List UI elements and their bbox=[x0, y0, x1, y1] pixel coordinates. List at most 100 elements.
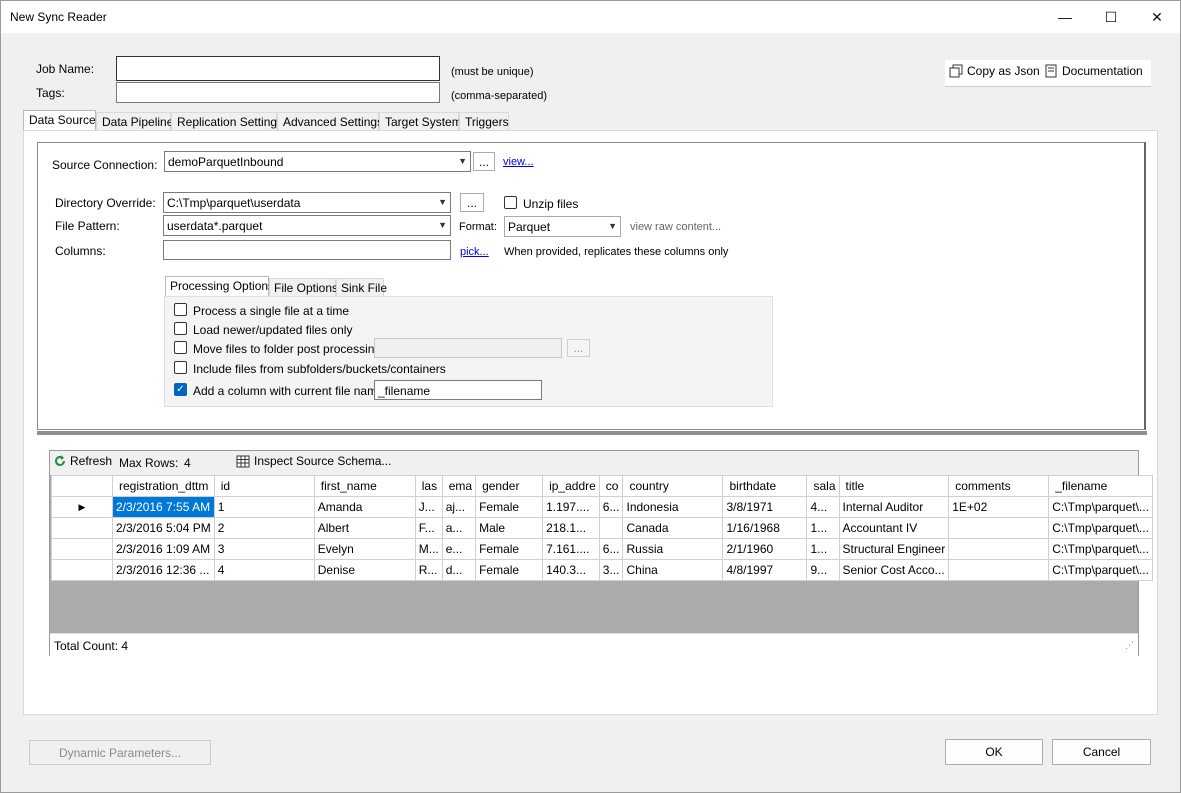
single-file-checkbox[interactable] bbox=[174, 303, 187, 316]
unzip-files-checkbox[interactable] bbox=[504, 196, 517, 209]
table-cell[interactable]: C:\Tmp\parquet\... bbox=[1048, 496, 1153, 518]
column-header[interactable]: gender bbox=[475, 475, 544, 497]
table-cell[interactable]: 1 bbox=[213, 496, 315, 518]
table-cell[interactable]: 1E+02 bbox=[948, 496, 1050, 518]
documentation-button[interactable]: Documentation bbox=[1044, 64, 1143, 78]
source-connection-select[interactable]: demoParquetInbound ▼ bbox=[164, 151, 471, 172]
tab-target-system[interactable]: Target System bbox=[379, 112, 462, 130]
inspect-schema-button[interactable]: Inspect Source Schema... bbox=[236, 454, 391, 468]
move-folder-browse-button[interactable]: ... bbox=[567, 339, 590, 357]
column-header[interactable]: ema bbox=[441, 475, 477, 497]
filename-column-input[interactable]: _filename bbox=[374, 380, 542, 400]
table-cell[interactable]: aj... bbox=[441, 496, 477, 518]
table-cell[interactable]: 9... bbox=[806, 559, 840, 581]
job-name-input[interactable] bbox=[116, 56, 440, 81]
table-cell[interactable]: J... bbox=[414, 496, 443, 518]
table-cell[interactable]: 2/1/1960 bbox=[722, 538, 808, 560]
table-cell[interactable]: 1... bbox=[806, 538, 840, 560]
dynamic-parameters-button[interactable]: Dynamic Parameters... bbox=[29, 740, 211, 765]
subfolders-checkbox[interactable] bbox=[174, 361, 187, 374]
move-files-checkbox[interactable] bbox=[174, 341, 187, 354]
table-row[interactable]: 2/3/2016 5:04 PM 2 Albert F... a... Male 218.1… bbox=[51, 517, 1153, 539]
table-cell[interactable]: M... bbox=[414, 538, 443, 560]
move-folder-input[interactable] bbox=[374, 338, 562, 358]
table-cell[interactable]: China bbox=[622, 559, 724, 581]
tab-triggers[interactable]: Triggers bbox=[459, 112, 509, 130]
table-cell[interactable]: 4... bbox=[806, 496, 840, 518]
table-cell[interactable]: d... bbox=[441, 559, 477, 581]
table-cell[interactable]: a... bbox=[441, 517, 477, 539]
close-button[interactable]: ✕ bbox=[1134, 1, 1180, 33]
table-cell[interactable]: 2/3/2016 1:09 AM bbox=[112, 538, 215, 560]
table-cell[interactable]: Female bbox=[475, 559, 544, 581]
table-cell[interactable]: C:\Tmp\parquet\... bbox=[1048, 517, 1153, 539]
tab-file-options[interactable]: File Options bbox=[269, 278, 338, 296]
format-select[interactable]: Parquet ▼ bbox=[504, 216, 621, 237]
table-cell[interactable] bbox=[948, 538, 1050, 560]
table-cell[interactable]: Accountant IV bbox=[838, 517, 950, 539]
table-cell[interactable]: 3/8/1971 bbox=[722, 496, 808, 518]
resize-grip-icon[interactable]: ⋰ bbox=[1125, 640, 1134, 651]
tab-replication-settings[interactable]: Replication Settings bbox=[171, 112, 283, 130]
table-cell[interactable]: Amanda bbox=[313, 496, 416, 518]
table-cell[interactable]: Female bbox=[475, 538, 544, 560]
table-cell[interactable]: Female bbox=[475, 496, 544, 518]
view-raw-content-link[interactable]: view raw content... bbox=[630, 221, 721, 233]
table-cell[interactable] bbox=[948, 559, 1050, 581]
row-header[interactable] bbox=[51, 538, 113, 560]
table-cell[interactable]: C:\Tmp\parquet\... bbox=[1048, 559, 1153, 581]
table-cell[interactable] bbox=[598, 517, 624, 539]
table-cell[interactable]: 6... bbox=[598, 538, 624, 560]
tab-sink-file[interactable]: Sink File bbox=[336, 278, 387, 296]
table-cell[interactable]: Denise bbox=[313, 559, 416, 581]
cancel-button[interactable]: Cancel bbox=[1052, 739, 1151, 765]
tags-input[interactable] bbox=[116, 82, 440, 103]
filename-column-checkbox[interactable]: ✓ bbox=[174, 383, 187, 396]
table-cell[interactable]: 2/3/2016 12:36 ... bbox=[112, 559, 215, 581]
table-cell[interactable]: Senior Cost Acco... bbox=[838, 559, 950, 581]
view-connection-link[interactable]: view... bbox=[503, 156, 534, 168]
table-cell[interactable]: 218.1... bbox=[542, 517, 600, 539]
row-header[interactable] bbox=[51, 559, 113, 581]
table-cell[interactable]: R... bbox=[414, 559, 443, 581]
table-cell[interactable]: 4 bbox=[213, 559, 315, 581]
table-row[interactable]: 2/3/2016 1:09 AM 3 Evelyn M... e... Female 7.1… bbox=[51, 538, 1153, 560]
table-cell[interactable]: 7.161.... bbox=[542, 538, 600, 560]
tab-data-source[interactable]: Data Source bbox=[23, 110, 96, 131]
directory-browse-button[interactable]: ... bbox=[460, 193, 484, 212]
table-cell[interactable]: F... bbox=[414, 517, 443, 539]
column-header[interactable]: registration_dttm bbox=[112, 475, 215, 497]
column-header[interactable]: id bbox=[213, 475, 315, 497]
table-cell[interactable]: C:\Tmp\parquet\... bbox=[1048, 538, 1153, 560]
preview-grid[interactable]: registration_dttm id first_name las ema gende… bbox=[51, 475, 1153, 581]
table-cell[interactable] bbox=[948, 517, 1050, 539]
row-header[interactable] bbox=[51, 517, 113, 539]
table-cell[interactable]: Indonesia bbox=[622, 496, 724, 518]
column-header[interactable]: first_name bbox=[313, 475, 416, 497]
newer-files-checkbox[interactable] bbox=[174, 322, 187, 335]
table-cell[interactable]: Male bbox=[475, 517, 544, 539]
column-header[interactable]: las bbox=[414, 475, 443, 497]
table-cell[interactable]: Internal Auditor bbox=[838, 496, 950, 518]
table-cell[interactable]: e... bbox=[441, 538, 477, 560]
refresh-button[interactable]: Refresh bbox=[53, 454, 112, 468]
column-header[interactable]: comments bbox=[948, 475, 1050, 497]
table-cell[interactable]: Evelyn bbox=[313, 538, 416, 560]
table-cell[interactable]: 1/16/1968 bbox=[722, 517, 808, 539]
table-cell[interactable]: 2/3/2016 5:04 PM bbox=[112, 517, 215, 539]
table-cell[interactable]: 6... bbox=[598, 496, 624, 518]
tab-data-pipeline[interactable]: Data Pipeline bbox=[96, 112, 173, 130]
source-connection-browse-button[interactable]: ... bbox=[473, 152, 495, 171]
table-cell[interactable]: Albert bbox=[313, 517, 416, 539]
table-cell[interactable]: Structural Engineer bbox=[838, 538, 950, 560]
table-cell[interactable]: 1... bbox=[806, 517, 840, 539]
directory-override-select[interactable]: C:\Tmp\parquet\userdata ▼ bbox=[163, 192, 451, 213]
table-cell[interactable]: 2 bbox=[213, 517, 315, 539]
maximize-button[interactable]: ☐ bbox=[1088, 1, 1134, 33]
table-cell[interactable]: 3... bbox=[598, 559, 624, 581]
column-header[interactable]: ip_addre bbox=[542, 475, 600, 497]
column-header[interactable]: title bbox=[838, 475, 950, 497]
table-cell[interactable]: 4/8/1997 bbox=[722, 559, 808, 581]
column-header[interactable]: country bbox=[622, 475, 724, 497]
column-header[interactable]: _filename bbox=[1048, 475, 1153, 497]
